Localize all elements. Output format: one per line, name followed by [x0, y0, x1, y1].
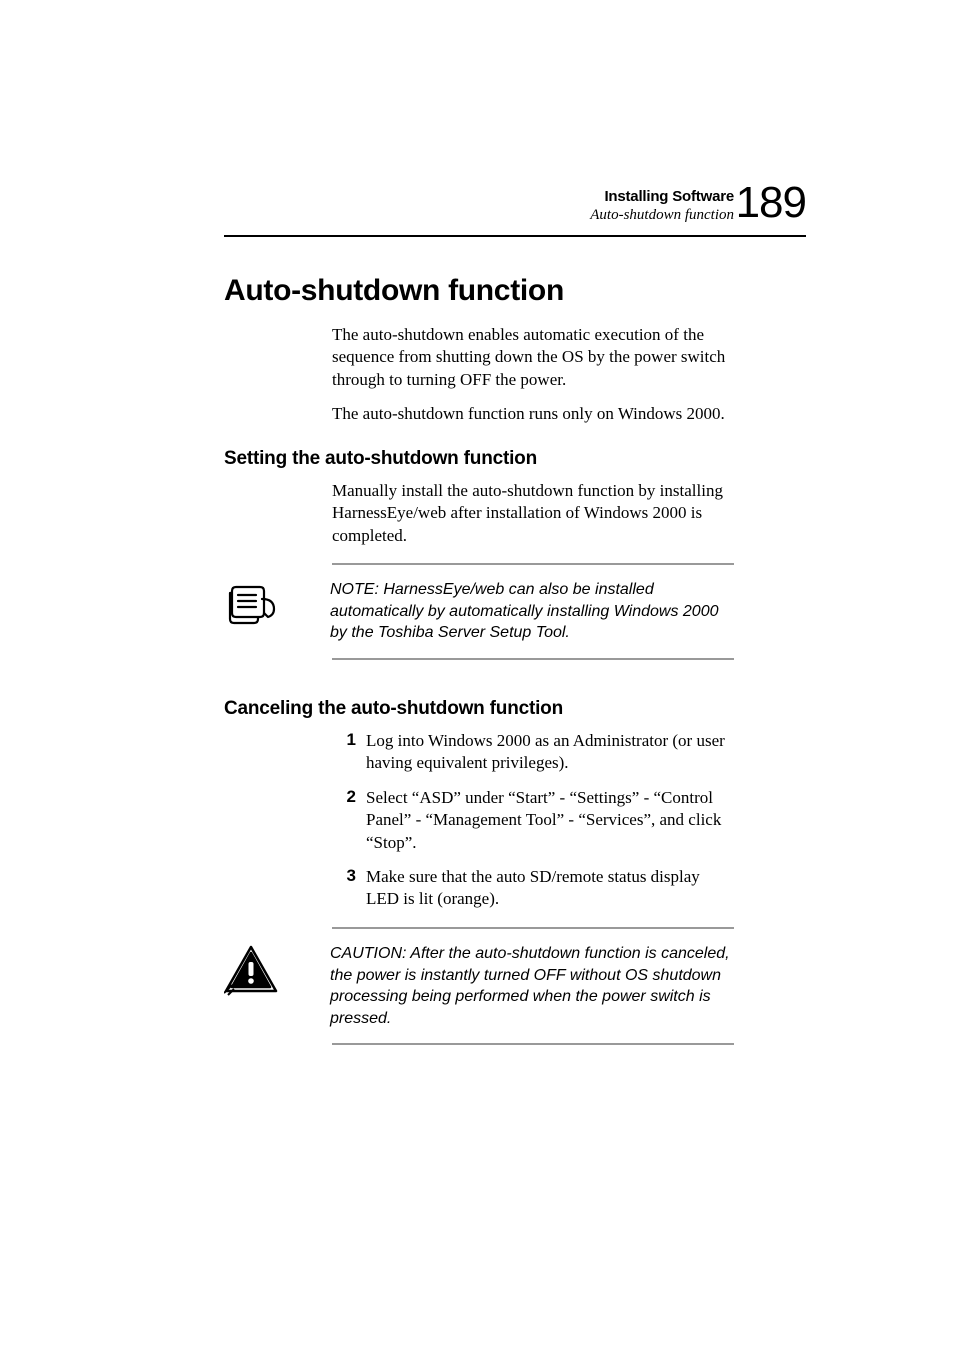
step-item: 3 Make sure that the auto SD/remote stat… — [332, 866, 734, 911]
header-chapter: Installing Software — [590, 188, 734, 205]
callout-rule-top — [332, 927, 734, 929]
note-icon — [224, 579, 278, 633]
setting-paragraph-1: Manually install the auto-shutdown funct… — [332, 480, 734, 547]
intro-paragraph-1: The auto-shutdown enables automatic exec… — [332, 324, 734, 391]
step-text: Select “ASD” under “Start” - “Settings” … — [366, 787, 734, 854]
header-section: Auto-shutdown function — [590, 207, 734, 224]
callout-rule-bottom — [332, 658, 734, 660]
step-text: Make sure that the auto SD/remote status… — [366, 866, 734, 911]
setting-heading: Setting the auto-shutdown function — [224, 448, 734, 470]
header-rule — [224, 235, 806, 237]
step-number: 3 — [332, 866, 356, 911]
caution-text: CAUTION: After the auto-shutdown functio… — [330, 943, 734, 1029]
steps-list: 1 Log into Windows 2000 as an Administra… — [332, 730, 734, 911]
caution-icon — [224, 943, 278, 997]
page-number: 189 — [736, 178, 806, 228]
intro-paragraph-2: The auto-shutdown function runs only on … — [332, 403, 734, 425]
running-header: Installing Software Auto-shutdown functi… — [590, 188, 734, 224]
caution-callout: CAUTION: After the auto-shutdown functio… — [224, 927, 734, 1045]
step-item: 2 Select “ASD” under “Start” - “Settings… — [332, 787, 734, 854]
step-item: 1 Log into Windows 2000 as an Administra… — [332, 730, 734, 775]
intro-block: The auto-shutdown enables automatic exec… — [332, 324, 734, 426]
note-text: NOTE: HarnessEye/web can also be install… — [330, 579, 734, 644]
canceling-heading: Canceling the auto-shutdown function — [224, 698, 734, 720]
step-number: 1 — [332, 730, 356, 775]
callout-rule-bottom — [332, 1043, 734, 1045]
note-callout: NOTE: HarnessEye/web can also be install… — [224, 563, 734, 660]
setting-block: Manually install the auto-shutdown funct… — [332, 480, 734, 547]
document-page: Installing Software Auto-shutdown functi… — [0, 0, 954, 1351]
step-text: Log into Windows 2000 as an Administrato… — [366, 730, 734, 775]
section-title: Auto-shutdown function — [224, 274, 734, 308]
callout-rule-top — [332, 563, 734, 565]
step-number: 2 — [332, 787, 356, 854]
